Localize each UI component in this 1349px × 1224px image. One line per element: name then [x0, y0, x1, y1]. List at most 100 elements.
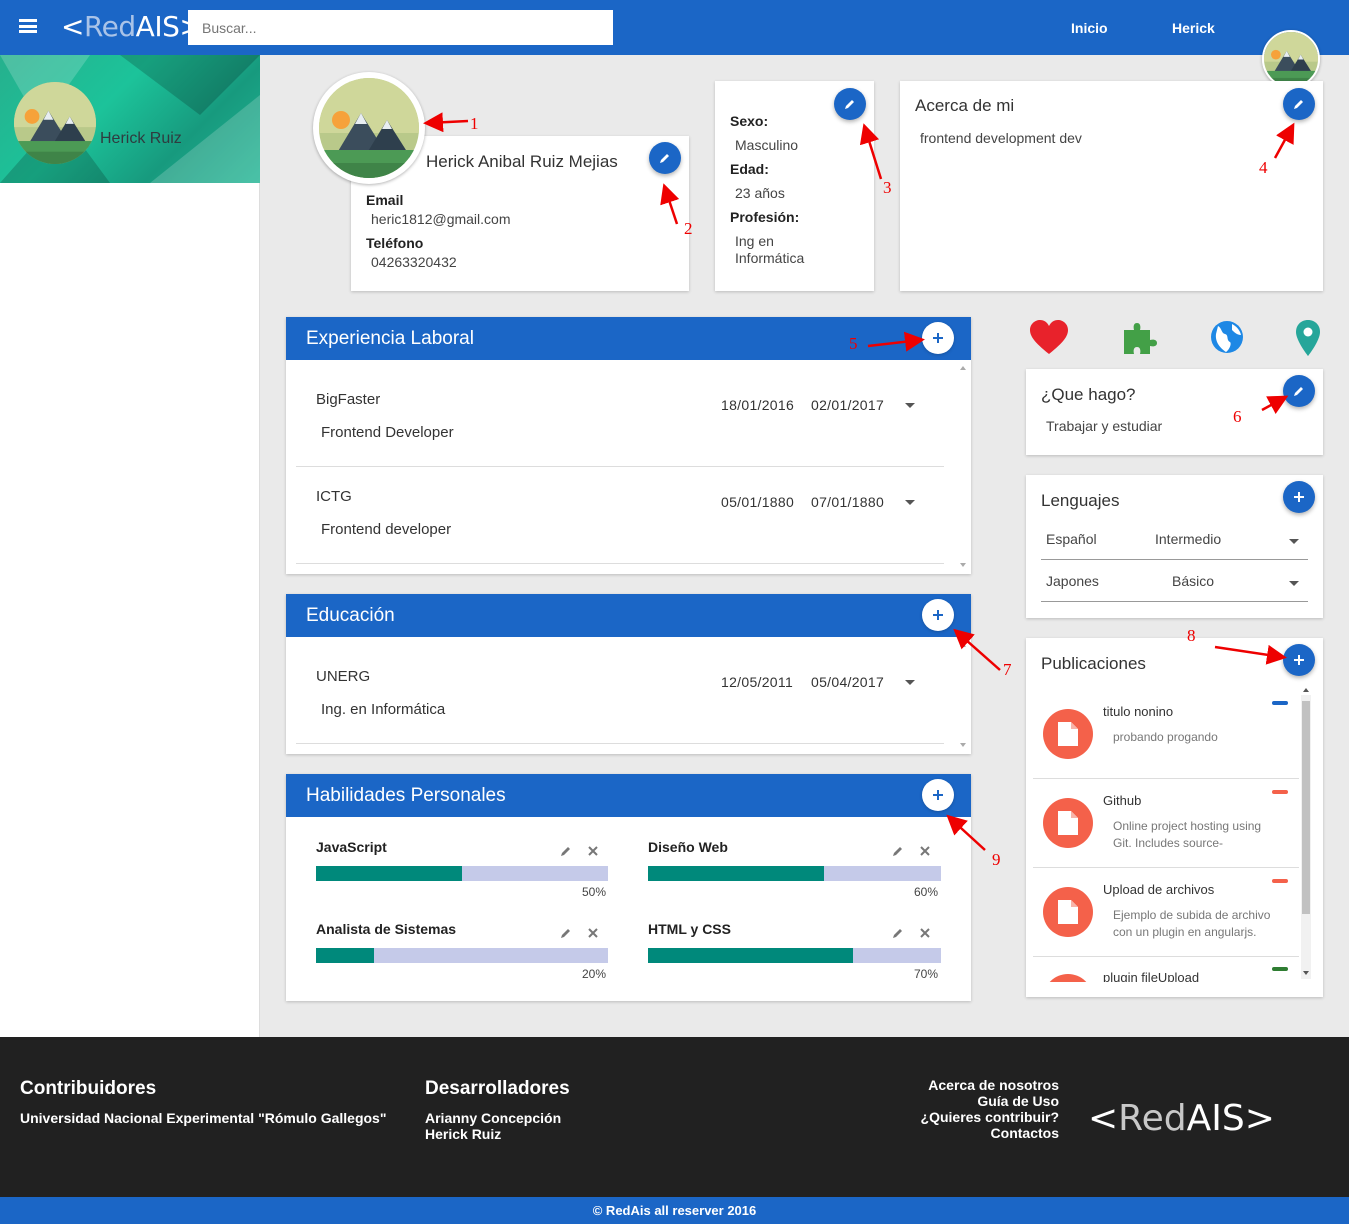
publication-title[interactable]: plugin fileUpload: [1103, 970, 1199, 982]
skill-percent: 60%: [914, 885, 939, 899]
skill-name: HTML y CSS: [648, 921, 731, 937]
footer-link-contacts[interactable]: Contactos: [991, 1125, 1059, 1141]
heart-icon[interactable]: [1030, 320, 1068, 356]
edit-skill-pencil-icon[interactable]: [892, 845, 904, 857]
add-education-button[interactable]: [922, 599, 954, 631]
edit-about-button[interactable]: [1283, 88, 1315, 120]
user-avatar[interactable]: [1262, 30, 1320, 88]
document-icon: [1043, 798, 1093, 848]
expand-caret-icon[interactable]: [905, 500, 915, 505]
annotation-number: 2: [684, 219, 693, 238]
expand-caret-icon[interactable]: [905, 403, 915, 408]
edit-skill-pencil-icon[interactable]: [560, 845, 572, 857]
delete-skill-close-icon[interactable]: [920, 928, 930, 938]
skill-progress-bar: [316, 866, 608, 881]
scroll-down-arrow-icon[interactable]: [960, 743, 966, 747]
globe-icon[interactable]: [1210, 320, 1244, 354]
experience-start-date: 18/01/2016: [721, 397, 795, 413]
sidebar-avatar[interactable]: [14, 82, 96, 164]
publication-title[interactable]: Github: [1103, 793, 1141, 808]
publication-tag: [1272, 790, 1288, 794]
publications-card: Publicaciones titulo nonino probando pro…: [1026, 638, 1323, 997]
sidebar: Herick Ruiz: [0, 55, 260, 1037]
footer-link-about[interactable]: Acerca de nosotros: [928, 1077, 1059, 1093]
search-input[interactable]: [188, 10, 613, 45]
language-level-select[interactable]: Intermedio: [1155, 531, 1221, 547]
profession-value-line2: Informática: [735, 250, 805, 266]
scroll-up-arrow-icon[interactable]: [1303, 688, 1309, 692]
profile-avatar[interactable]: [313, 72, 425, 184]
delete-skill-close-icon[interactable]: [588, 846, 598, 856]
publication-title[interactable]: Upload de archivos: [1103, 882, 1214, 897]
annotation-number: 8: [1187, 626, 1196, 645]
footer-contrib-text: Universidad Nacional Experimental "Rómul…: [20, 1110, 387, 1126]
annotation-number: 1: [470, 114, 479, 133]
divider: [296, 563, 944, 564]
scroll-up-arrow-icon[interactable]: [960, 366, 966, 370]
annotation-number: 7: [1003, 660, 1012, 679]
education-degree: Ing. en Informática: [321, 701, 446, 718]
nav-home-link[interactable]: Inicio: [1071, 20, 1108, 36]
language-name: Español: [1046, 531, 1097, 547]
profession-value-line1: Ing en: [735, 233, 774, 249]
add-publication-button[interactable]: [1283, 644, 1315, 676]
level-dropdown-caret-icon[interactable]: [1289, 581, 1299, 586]
education-panel-header: Educación: [286, 594, 971, 637]
puzzle-icon[interactable]: [1122, 320, 1158, 356]
add-language-button[interactable]: [1283, 481, 1315, 513]
divider: [1033, 956, 1299, 957]
scroll-down-arrow-icon[interactable]: [1303, 971, 1309, 975]
experience-end-date[interactable]: 02/01/2017: [811, 397, 884, 413]
expand-caret-icon[interactable]: [905, 680, 915, 685]
footer-link-contribute[interactable]: ¿Quieres contribuir?: [921, 1109, 1059, 1125]
edit-what-i-do-button[interactable]: [1283, 375, 1315, 407]
pencil-icon: [660, 154, 669, 163]
experience-role: Frontend developer: [321, 521, 452, 538]
scroll-down-arrow-icon[interactable]: [960, 563, 966, 567]
add-skill-button[interactable]: [922, 779, 954, 811]
publication-title[interactable]: titulo nonino: [1103, 704, 1173, 719]
sex-label: Sexo:: [730, 113, 769, 129]
divider: [296, 466, 944, 467]
email-label: Email: [366, 192, 404, 208]
brand-logo[interactable]: <RedAIS>: [61, 10, 203, 43]
scrollbar-thumb[interactable]: [1302, 701, 1310, 914]
delete-skill-close-icon[interactable]: [588, 928, 598, 938]
personal-details-card: Sexo: Masculino Edad: 23 años Profesión:…: [715, 81, 874, 291]
what-i-do-title: ¿Que hago?: [1041, 385, 1136, 404]
publication-tag: [1272, 879, 1288, 883]
skill-percent: 20%: [582, 967, 607, 981]
edit-details-button[interactable]: [834, 88, 866, 120]
edit-skill-pencil-icon[interactable]: [560, 927, 572, 939]
language-level-select[interactable]: Básico: [1172, 573, 1214, 589]
pencil-icon: [1294, 387, 1303, 396]
age-label: Edad:: [730, 161, 769, 177]
add-experience-button[interactable]: [922, 322, 954, 354]
footer-link-guide[interactable]: Guía de Uso: [977, 1093, 1059, 1109]
scroll-up-arrow-icon[interactable]: [960, 643, 966, 647]
education-school: UNERG: [316, 668, 371, 685]
plus-icon: [1294, 492, 1304, 502]
what-i-do-card: ¿Que hago? Trabajar y estudiar: [1026, 369, 1323, 455]
publication-description: Ejemplo de subida de archivo con un plug…: [1113, 908, 1271, 939]
nav-user-link[interactable]: Herick: [1172, 20, 1215, 36]
edit-skill-pencil-icon[interactable]: [892, 927, 904, 939]
divider: [1041, 559, 1308, 560]
publication-tag: [1272, 701, 1288, 705]
profile-full-name: Herick Anibal Ruiz Mejias: [426, 152, 618, 171]
skills-panel: Habilidades Personales JavaScript 50% Di…: [286, 774, 971, 1001]
divider: [1033, 867, 1299, 868]
delete-skill-close-icon[interactable]: [920, 846, 930, 856]
edit-profile-button[interactable]: [649, 142, 681, 174]
footer: Contribuidores Universidad Nacional Expe…: [0, 1037, 1349, 1197]
sex-value: Masculino: [735, 137, 799, 153]
publications-scrollbar[interactable]: [1301, 695, 1311, 979]
phone-label: Teléfono: [366, 235, 424, 251]
location-pin-icon[interactable]: [1296, 320, 1320, 356]
education-end-date: 05/04/2017: [811, 674, 885, 690]
level-dropdown-caret-icon[interactable]: [1289, 539, 1299, 544]
skill-progress-bar: [648, 866, 941, 881]
experience-end-date: 07/01/1880: [811, 494, 885, 510]
publication-tag: [1272, 967, 1288, 971]
menu-icon[interactable]: [19, 19, 37, 33]
